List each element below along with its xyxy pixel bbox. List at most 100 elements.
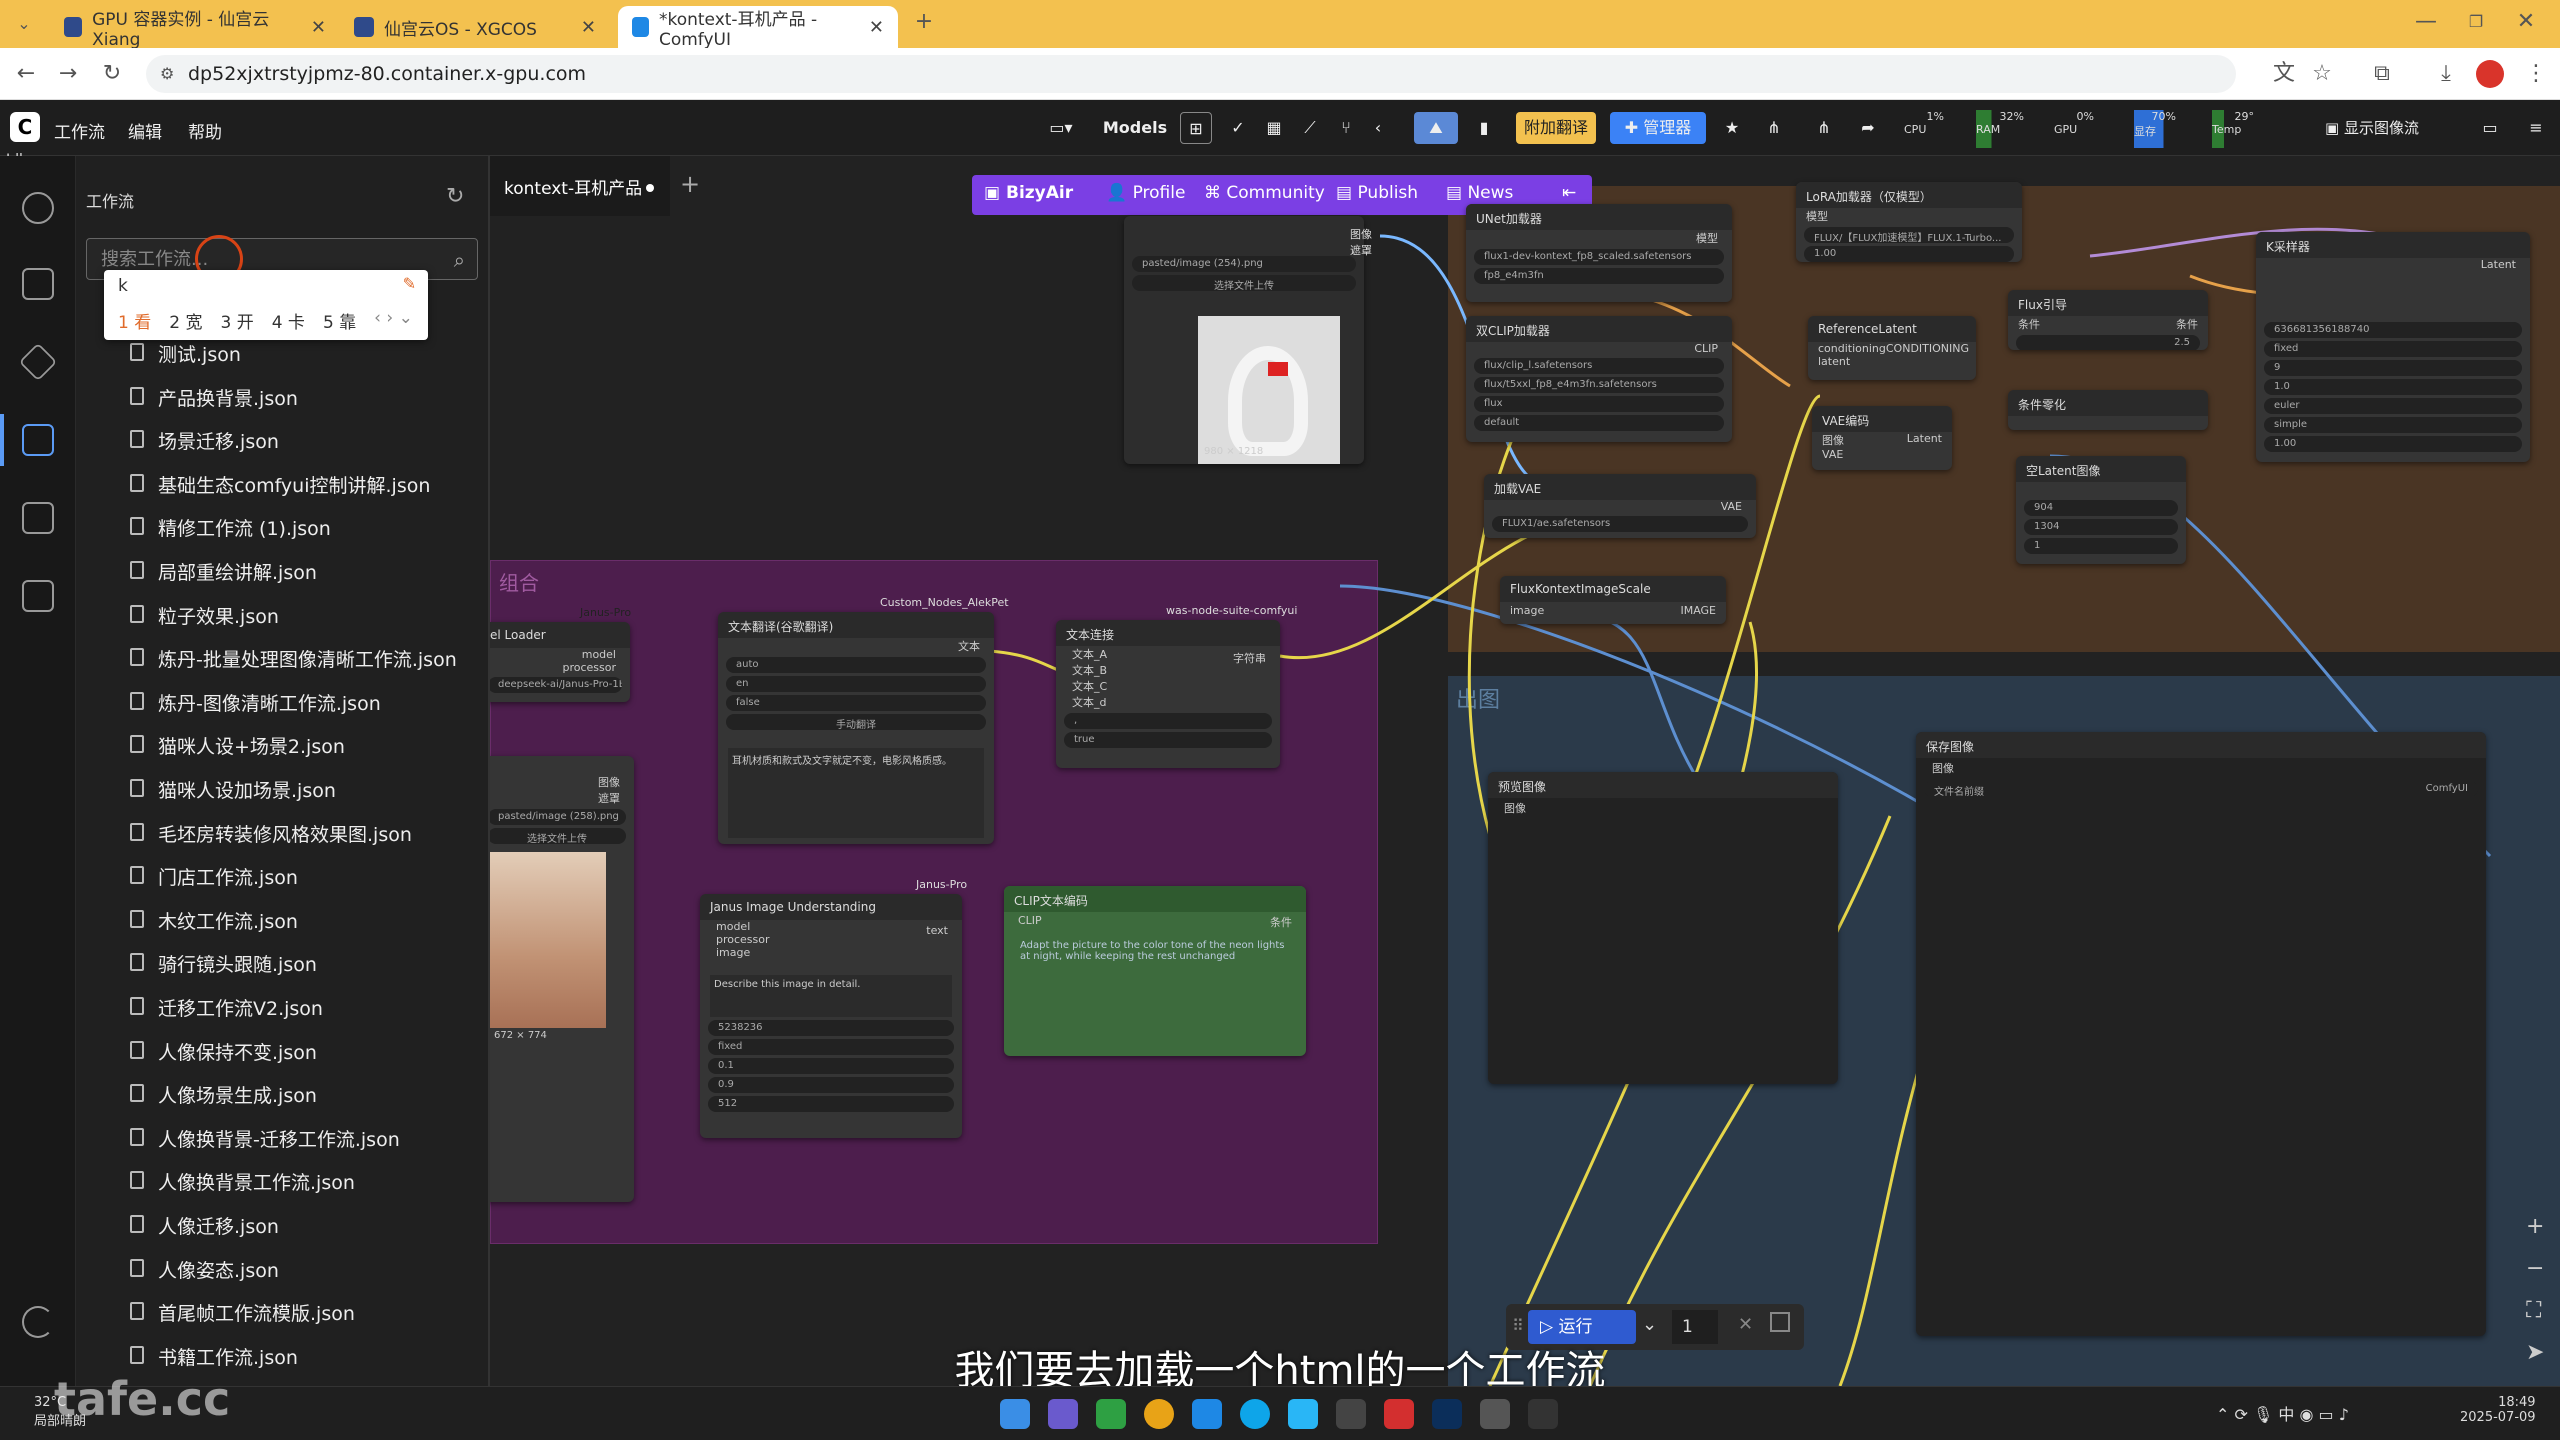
workflow-file-item[interactable]: 炼丹-图像清晰工作流.json: [130, 689, 381, 716]
dark-mode-moon-icon[interactable]: [22, 1306, 54, 1338]
janus-repo-field[interactable]: deepseek-ai/Janus-Pro-1B: [490, 677, 622, 693]
menu-edit[interactable]: 编辑: [128, 118, 162, 143]
empty-latent-image-node[interactable]: 空Latent图像 904 1304 1: [2016, 456, 2186, 564]
show-image-stream-button[interactable]: ▣ 显示图像流: [2304, 112, 2440, 144]
browser-tab-2[interactable]: 仙宫云OS - XGCOS ✕: [340, 6, 610, 48]
workflow-file-item[interactable]: 场景迁移.json: [130, 427, 279, 454]
vae-loader-node[interactable]: 加载VAE VAE FLUX1/ae.safetensors: [1484, 474, 1756, 538]
workflow-file-item[interactable]: 迁移工作流V2.json: [130, 994, 323, 1021]
workflow-file-item[interactable]: 猫咪人设加场景.json: [130, 776, 336, 803]
steps-field[interactable]: 9: [2264, 360, 2522, 376]
pointer-mode-icon[interactable]: ➤: [2526, 1332, 2544, 1374]
max-tokens-field[interactable]: 512: [708, 1096, 954, 1112]
conditioning-zero-out-node[interactable]: 条件零化: [2008, 390, 2208, 430]
profile-avatar[interactable]: [2476, 60, 2504, 88]
workflows-folder-icon[interactable]: [22, 424, 54, 456]
chrome-icon[interactable]: [1144, 1399, 1174, 1429]
fit-view-icon[interactable]: ⛶: [2526, 1290, 2544, 1332]
extensions-icon[interactable]: ⧉: [2366, 58, 2398, 90]
workflow-file-item[interactable]: 人像迁移.json: [130, 1212, 279, 1239]
share-icon[interactable]: ⋔: [1758, 112, 1790, 144]
batch-size-field[interactable]: 1: [2024, 538, 2178, 554]
bizyair-news-link[interactable]: ▤ News: [1446, 183, 1513, 203]
share-icon-2[interactable]: ⋔: [1808, 112, 1840, 144]
forward-arrow-icon[interactable]: ➦: [1852, 112, 1884, 144]
bizyair-community-link[interactable]: ⌘ Community: [1204, 183, 1325, 203]
tray-icons[interactable]: ⌃ ⟳ 🎙 中 ◉ ▭ ♪: [2216, 1401, 2349, 1425]
workflow-file-item[interactable]: 毛坯房转装修风格效果图.json: [130, 820, 412, 847]
hamburger-menu-icon[interactable]: ≡: [2522, 112, 2550, 144]
control-after-generate-field[interactable]: fixed: [2264, 341, 2522, 357]
graph-canvas[interactable]: kontext-耳机产品 + 组合 出图 ▣ BizyAir 👤 Profile…: [490, 156, 2560, 1386]
unet-loader-node[interactable]: UNet加载器 模型 flux1-dev-kontext_fp8_scaled.…: [1466, 204, 1732, 302]
google-translate-node[interactable]: 文本翻译(谷歌翻译) 文本 auto en false 手动翻译 耳机材质和款式…: [718, 612, 994, 844]
app-icon-1[interactable]: [1048, 1399, 1078, 1429]
reference-latent-node[interactable]: ReferenceLatent conditioning CONDITIONING…: [1808, 316, 1976, 380]
close-window-icon[interactable]: ✕: [2510, 6, 2542, 38]
search-icon[interactable]: ⌕: [454, 239, 465, 281]
device-field[interactable]: default: [1474, 415, 1724, 431]
to-lang-field[interactable]: en: [726, 676, 986, 692]
clip-type-field[interactable]: flux: [1474, 396, 1724, 412]
star-icon[interactable]: ★: [1716, 112, 1748, 144]
bizyair-collapse-icon[interactable]: ⇤: [1562, 183, 1576, 203]
comfyui-logo-icon[interactable]: C: [10, 112, 40, 142]
manager-button[interactable]: ✚ 管理器: [1610, 112, 1706, 144]
workflow-file-item[interactable]: 粒子效果.json: [130, 602, 279, 629]
workflow-file-item[interactable]: 猫咪人设+场景2.json: [130, 732, 345, 759]
zoom-out-icon[interactable]: −: [2526, 1248, 2544, 1290]
janus-control-field[interactable]: fixed: [708, 1039, 954, 1055]
lora-strength-field[interactable]: 1.00: [1804, 246, 2014, 262]
janus-model-loader-node[interactable]: el Loader model processor deepseek-ai/Ja…: [490, 622, 630, 702]
janus-seed-field[interactable]: 5238236: [708, 1020, 954, 1036]
scheduler-field[interactable]: simple: [2264, 417, 2522, 433]
node-library-cube-icon[interactable]: [18, 342, 58, 382]
queue-icon[interactable]: ⊞: [1180, 112, 1212, 144]
preview-image-node[interactable]: 预览图像 图像: [1488, 772, 1838, 1084]
bookmark-icon[interactable]: ▮: [1468, 112, 1500, 144]
layout-icon[interactable]: ▦: [1258, 112, 1290, 144]
translate-icon[interactable]: 文: [2268, 58, 2300, 90]
unet-name-field[interactable]: flux1-dev-kontext_fp8_scaled.safetensors: [1474, 249, 1724, 265]
denoise-field[interactable]: 1.00: [2264, 436, 2522, 452]
width-field[interactable]: 904: [2024, 500, 2178, 516]
browser-tab-1[interactable]: GPU 容器实例 - 仙宫云 Xiang ✕: [50, 6, 340, 50]
delimiter-field[interactable]: ,: [1064, 713, 1272, 729]
bookmark-star-icon[interactable]: ☆: [2306, 58, 2338, 90]
reload-icon[interactable]: ↻: [96, 58, 128, 90]
workflow-file-item[interactable]: 人像姿态.json: [130, 1256, 279, 1283]
forward-icon[interactable]: →: [52, 58, 84, 90]
menu-help[interactable]: 帮助: [188, 118, 222, 143]
top-p-field[interactable]: 0.9: [708, 1077, 954, 1093]
from-lang-field[interactable]: auto: [726, 657, 986, 673]
lora-name-field[interactable]: FLUX/【FLUX加速模型】FLUX.1-Turbo...: [1804, 227, 2014, 243]
filename-prefix-field[interactable]: 文件名前缀 ComfyUI: [1924, 781, 2478, 797]
collapse-icon[interactable]: ‹: [1366, 112, 1390, 144]
zoom-in-icon[interactable]: +: [2526, 1206, 2544, 1248]
history-icon[interactable]: [22, 192, 54, 224]
flux-kontext-image-scale-node[interactable]: FluxKontextImageScale image IMAGE: [1500, 576, 1726, 624]
text-concatenate-node[interactable]: 文本连接 字符串 文本_A 文本_B 文本_C 文本_d , true: [1056, 620, 1280, 768]
start-icon[interactable]: [1000, 1399, 1030, 1429]
manual-translate-toggle[interactable]: false: [726, 695, 986, 711]
workflow-file-item[interactable]: 炼丹-批量处理图像清晰工作流.json: [130, 645, 457, 672]
youdao-icon[interactable]: [1384, 1399, 1414, 1429]
close-tab-icon[interactable]: ✕: [581, 17, 596, 38]
dtype-field[interactable]: fp8_e4m3fn: [1474, 268, 1724, 284]
minimize-icon[interactable]: —: [2410, 6, 2442, 38]
ime-page-arrows-icon[interactable]: ‹ › ⌄: [374, 308, 413, 333]
load-image-node-top[interactable]: pasted/image (254).png 选择文件上传 980 × 1218: [1124, 216, 1364, 464]
edge-icon[interactable]: [1240, 1399, 1270, 1429]
models-button[interactable]: Models: [1100, 112, 1170, 144]
janus-prompt-area[interactable]: Describe this image in detail.: [710, 975, 952, 1017]
chart-icon[interactable]: ⟋: [1294, 112, 1326, 144]
back-icon[interactable]: ←: [10, 58, 42, 90]
photoshop-icon[interactable]: [1432, 1399, 1462, 1429]
site-info-icon[interactable]: ⚙: [160, 55, 174, 93]
workflow-file-item[interactable]: 局部重绘讲解.json: [130, 558, 317, 585]
clip-text-encode-node[interactable]: CLIP文本编码 CLIP 条件 Adapt the picture to the…: [1004, 886, 1306, 1056]
url-input[interactable]: ⚙ dp52xjxtrstyjpmz-80.container.x-gpu.co…: [146, 55, 2236, 93]
lora-loader-node[interactable]: LoRA加载器（仅模型） 模型 FLUX/【FLUX加速模型】FLUX.1-Tu…: [1796, 182, 2022, 262]
clip1-field[interactable]: flux/clip_l.safetensors: [1474, 358, 1724, 374]
tab-search-icon[interactable]: ⌄: [8, 8, 40, 40]
